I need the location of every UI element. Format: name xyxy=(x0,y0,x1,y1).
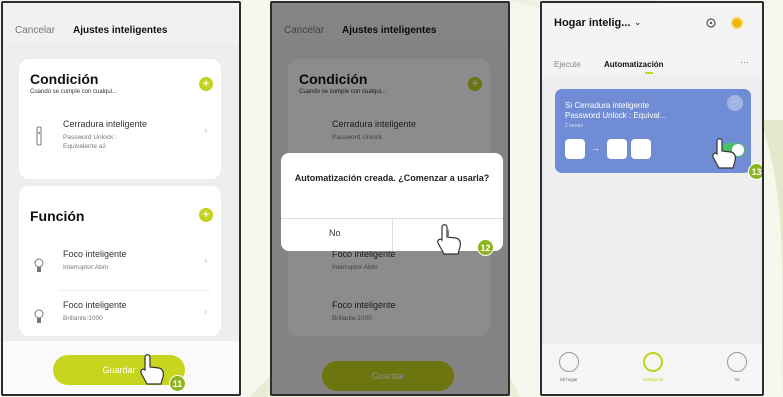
automation-title-line-2: Password Unlock : Equival... xyxy=(565,111,667,120)
function-heading: Función xyxy=(30,208,85,224)
home-icon xyxy=(559,352,579,372)
phone-screen-automation: Hogar intelig... ⌄ Ejecute Automatizació… xyxy=(540,1,764,396)
tap-hand-icon xyxy=(437,224,461,255)
step-badge: 12 xyxy=(477,239,494,256)
nav-inteligente[interactable]: Inteligente xyxy=(638,352,668,382)
nav-label: Mi hogar xyxy=(560,377,578,382)
phone-screen-confirm: Cancelar Ajustes inteligentes Condición … xyxy=(270,1,510,396)
nav-yo[interactable]: Yo xyxy=(722,352,752,382)
tap-hand-icon xyxy=(712,138,736,169)
chevron-right-icon: › xyxy=(204,255,207,265)
page-title: Ajustes inteligentes xyxy=(73,25,168,36)
function-item[interactable]: Foco inteligente Interruptor:Abrir › xyxy=(19,241,221,289)
door-lock-icon xyxy=(36,126,42,146)
function-card: Función + Foco inteligente Interruptor:A… xyxy=(19,186,221,336)
home-selector[interactable]: Hogar intelig... xyxy=(554,17,630,29)
tab-ejecute[interactable]: Ejecute xyxy=(554,60,581,69)
condition-subtitle[interactable]: Cuando se cumple con cualqui... xyxy=(30,89,117,95)
tab-automatizacion[interactable]: Automatización xyxy=(604,60,664,69)
condition-item-detail-1: Password Unlock : xyxy=(63,134,117,141)
no-button[interactable]: No xyxy=(329,228,341,238)
condition-item-detail-2: Equivalente a2 xyxy=(63,143,107,150)
top-bar: Hogar intelig... ⌄ Ejecute Automatizació… xyxy=(542,3,762,75)
bulb-icon xyxy=(34,258,44,272)
add-condition-button[interactable]: + xyxy=(199,77,213,91)
dialog-message: Automatización creada. ¿Comenzar a usarl… xyxy=(294,173,490,183)
function-item-detail: Brillante:1000 xyxy=(63,315,103,322)
nav-mi-hogar[interactable]: Mi hogar xyxy=(554,352,584,382)
bulb-icon xyxy=(607,139,627,159)
step-badge: 11 xyxy=(169,375,186,392)
function-item-name: Foco inteligente xyxy=(63,300,127,310)
automation-subtitle: 2 tareas xyxy=(565,123,584,129)
arrow-right-icon: → xyxy=(591,143,600,153)
door-lock-icon xyxy=(565,139,585,159)
function-item-detail: Interruptor:Abrir xyxy=(63,264,109,271)
condition-card: Condición Cuando se cumple con cualqui..… xyxy=(19,59,221,179)
divider xyxy=(392,218,393,251)
chevron-down-icon[interactable]: ⌄ xyxy=(634,17,642,28)
cancel-button[interactable]: Cancelar xyxy=(15,25,55,36)
add-icon[interactable] xyxy=(731,17,743,29)
bulb-icon xyxy=(34,309,44,323)
more-icon[interactable]: ··· xyxy=(740,57,749,67)
nav-label: Yo xyxy=(734,377,740,382)
bulb-icon xyxy=(631,139,651,159)
function-item-name: Foco inteligente xyxy=(63,249,127,259)
condition-heading: Condición xyxy=(30,71,99,87)
top-bar: Cancelar Ajustes inteligentes xyxy=(3,3,239,43)
tap-hand-icon xyxy=(140,354,164,385)
card-menu-icon[interactable]: ··· xyxy=(727,95,743,111)
chevron-right-icon: › xyxy=(204,125,207,135)
add-function-button[interactable]: + xyxy=(199,208,213,222)
condition-item-name: Cerradura inteligente xyxy=(63,119,148,129)
phone-screen-condition: Cancelar Ajustes inteligentes Condición … xyxy=(1,1,241,396)
automation-title-line-1: Si Cerradura inteligente xyxy=(565,101,650,110)
user-icon xyxy=(727,352,747,372)
nav-label: Inteligente xyxy=(642,377,664,382)
function-item[interactable]: Foco inteligente Brillante:1000 › xyxy=(19,292,221,340)
condition-item[interactable]: Cerradura inteligente Password Unlock : … xyxy=(19,111,221,159)
bottom-nav: Mi hogar Inteligente Yo xyxy=(542,344,762,394)
chevron-right-icon: › xyxy=(204,306,207,316)
divider xyxy=(59,290,211,291)
active-tab-indicator xyxy=(645,72,653,74)
scan-icon[interactable] xyxy=(705,17,717,29)
confirm-dialog: Automatización creada. ¿Comenzar a usarl… xyxy=(281,153,503,251)
automation-title: Si Cerradura inteligente Password Unlock… xyxy=(565,101,666,121)
smart-icon xyxy=(643,352,663,372)
step-badge: 13 xyxy=(748,163,762,180)
